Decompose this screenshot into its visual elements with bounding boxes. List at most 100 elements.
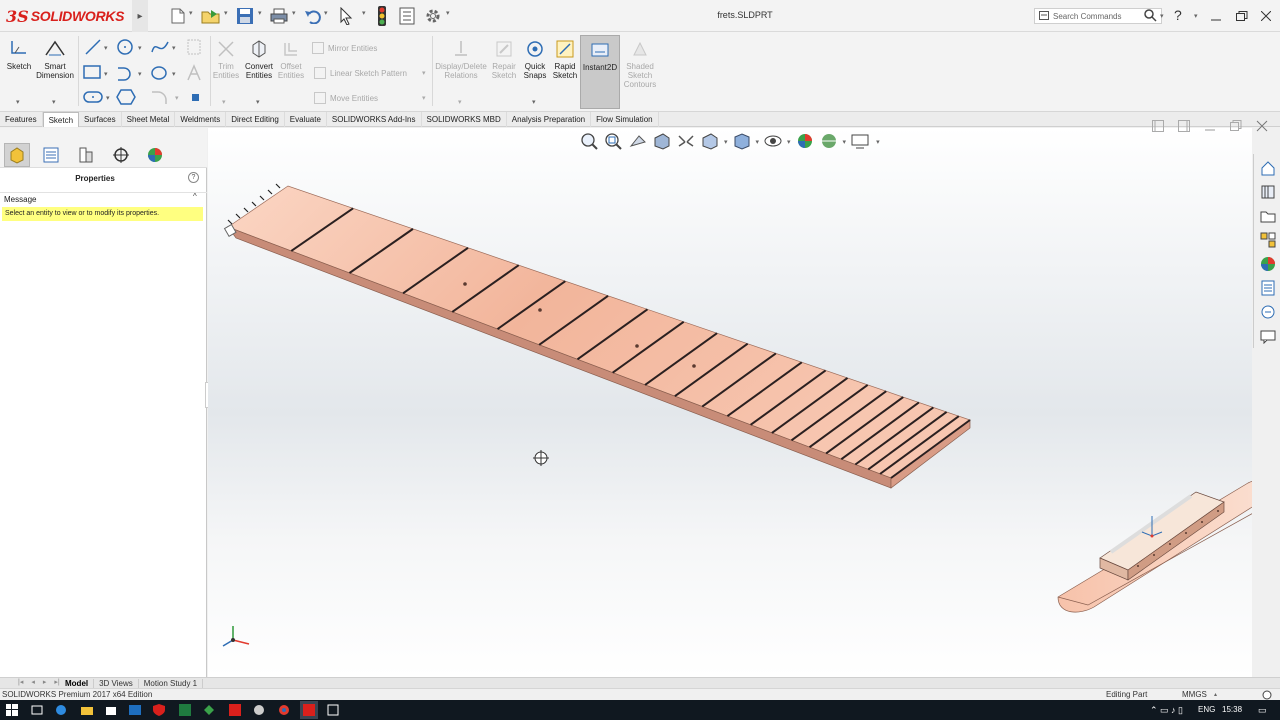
pattern-dropdown-icon[interactable]: ▾: [422, 69, 426, 77]
tray-icons[interactable]: ⌃ ▭ ♪ ▯: [1150, 700, 1183, 720]
instant2d-button[interactable]: Instant2D: [580, 35, 620, 109]
windows-start-icon[interactable]: [5, 703, 19, 717]
scroll-last-icon[interactable]: ▸|: [54, 678, 59, 688]
display-delete-relations-button[interactable]: Display/Delete Relations: [434, 38, 488, 80]
tab-weldments[interactable]: Weldments: [175, 111, 227, 127]
tab-surfaces[interactable]: Surfaces: [79, 111, 122, 127]
excel-icon[interactable]: [178, 703, 192, 717]
edge-browser-icon[interactable]: [54, 703, 68, 717]
tab-flow-simulation[interactable]: Flow Simulation: [591, 111, 659, 127]
point-tool-icon[interactable]: [186, 38, 202, 59]
convert-entities-button[interactable]: Convert Entities: [242, 38, 276, 80]
pdf-icon[interactable]: [228, 703, 242, 717]
viewport-close-icon[interactable]: [1256, 120, 1268, 134]
language-indicator[interactable]: ENG: [1198, 700, 1215, 720]
snaps-dropdown-icon[interactable]: ▾: [532, 98, 536, 106]
tab-scroll-arrows[interactable]: |◂ ◂ ▸ ▸|: [0, 678, 60, 688]
repair-sketch-button[interactable]: Repair Sketch: [490, 38, 518, 80]
previous-view-icon[interactable]: [628, 132, 648, 152]
trim-dropdown-icon[interactable]: ▾: [222, 98, 226, 106]
view-settings-dropdown-icon[interactable]: ▾: [876, 138, 880, 146]
scroll-prev-icon[interactable]: ◂: [31, 678, 35, 688]
smart-dimension-button[interactable]: Smart Dimension: [34, 38, 76, 80]
undo-icon[interactable]: [302, 7, 324, 25]
circle-tool-icon[interactable]: [116, 38, 134, 59]
polygon-tool-icon[interactable]: [116, 88, 136, 109]
tab-sheet-metal[interactable]: Sheet Metal: [122, 111, 176, 127]
display-style-dropdown-icon[interactable]: ▾: [756, 138, 760, 146]
chat-icon[interactable]: [1258, 326, 1277, 345]
message-section-header[interactable]: Message: [0, 192, 207, 206]
graphics-area[interactable]: ▾ ▾ ▾ ▾ ▾: [208, 120, 1273, 677]
plane-tool-icon[interactable]: [192, 94, 200, 104]
solidworks-logo[interactable]: 3S SOLIDWORKS: [6, 6, 124, 26]
clock[interactable]: 15:38: [1222, 700, 1242, 720]
sketch-dropdown-icon[interactable]: ▾: [16, 98, 20, 106]
tab-mbd[interactable]: SOLIDWORKS MBD: [422, 111, 507, 127]
print-icon[interactable]: [268, 7, 290, 25]
scene-dropdown-icon[interactable]: ▾: [843, 138, 847, 146]
arc-dropdown-icon[interactable]: ▾: [138, 70, 142, 78]
file-explorer-icon[interactable]: [1258, 206, 1277, 225]
file-properties-icon[interactable]: [396, 7, 418, 25]
appearances-icon[interactable]: [1258, 254, 1277, 273]
chrome-icon[interactable]: [277, 703, 291, 717]
tab-evaluate[interactable]: Evaluate: [285, 111, 327, 127]
help-button[interactable]: ?: [1174, 7, 1182, 23]
new-document-icon[interactable]: [168, 7, 188, 25]
ellipse-dropdown-icon[interactable]: ▾: [172, 70, 176, 78]
search-icon[interactable]: [1144, 9, 1157, 24]
options-gear-icon[interactable]: [422, 7, 444, 25]
panel-help-icon[interactable]: ?: [188, 172, 199, 183]
slot-tool-icon[interactable]: [82, 90, 104, 107]
dimxpert-tab-icon[interactable]: [108, 143, 134, 167]
line-tool-icon[interactable]: [84, 38, 102, 59]
mirror-entities-button[interactable]: Mirror Entities: [312, 42, 377, 54]
dynamic-annotation-icon[interactable]: [676, 132, 696, 152]
trim-entities-button[interactable]: Trim Entities: [212, 38, 240, 80]
sketch-button[interactable]: Sketch: [4, 38, 34, 71]
select-arrow-icon[interactable]: [336, 7, 356, 25]
viewport-minimize-icon[interactable]: [1204, 120, 1216, 134]
rectangle-dropdown-icon[interactable]: ▾: [104, 70, 108, 78]
shaded-sketch-contours-button[interactable]: Shaded Sketch Contours: [622, 38, 658, 89]
solidworks-taskbar-icon[interactable]: [300, 701, 318, 719]
view-orientation-icon[interactable]: [700, 132, 720, 152]
scroll-next-icon[interactable]: ▸: [43, 678, 47, 688]
save-icon[interactable]: [234, 7, 256, 25]
undo-dropdown-icon[interactable]: ▾: [324, 9, 328, 17]
smart-dimension-dropdown-icon[interactable]: ▾: [52, 98, 56, 106]
circle-dropdown-icon[interactable]: ▾: [138, 44, 142, 52]
line-dropdown-icon[interactable]: ▾: [104, 44, 108, 52]
close-icon[interactable]: [1256, 6, 1276, 26]
hide-show-items-icon[interactable]: [763, 132, 783, 152]
view-palette-icon[interactable]: [1258, 230, 1277, 249]
help-dropdown-icon[interactable]: ▾: [1194, 12, 1198, 20]
search-dropdown-icon[interactable]: ▾: [1160, 12, 1164, 20]
open-dropdown-icon[interactable]: ▾: [224, 9, 228, 17]
ellipse-tool-icon[interactable]: [150, 64, 170, 85]
tab-motion-study[interactable]: Motion Study 1: [139, 678, 204, 688]
view-settings-icon[interactable]: [850, 132, 872, 152]
fretboard-model[interactable]: [223, 183, 971, 489]
task-view-icon[interactable]: [30, 703, 44, 717]
print-dropdown-icon[interactable]: ▾: [292, 9, 296, 17]
collapse-chevron-icon[interactable]: ^: [193, 192, 197, 201]
custom-properties-icon[interactable]: [1258, 278, 1277, 297]
rapid-sketch-button[interactable]: Rapid Sketch: [550, 38, 580, 80]
restore-icon[interactable]: [1232, 6, 1252, 26]
zoom-to-fit-icon[interactable]: [580, 132, 600, 152]
snipping-tool-icon[interactable]: [326, 703, 340, 717]
antivirus-icon[interactable]: [152, 703, 166, 717]
apply-scene-icon[interactable]: [819, 132, 839, 152]
tab-3d-views[interactable]: 3D Views: [94, 678, 139, 688]
move-dropdown-icon[interactable]: ▾: [422, 94, 426, 102]
tab-direct-editing[interactable]: Direct Editing: [226, 111, 285, 127]
solidworks-resources-home-icon[interactable]: [1258, 158, 1277, 177]
viewport-restore-icon[interactable]: [1230, 120, 1242, 134]
app-icon[interactable]: [202, 703, 216, 717]
spline-dropdown-icon[interactable]: ▾: [172, 44, 176, 52]
scroll-first-icon[interactable]: |◂: [18, 678, 23, 688]
fillet-tool-icon[interactable]: [150, 88, 170, 109]
display-manager-tab-icon[interactable]: [142, 143, 168, 167]
